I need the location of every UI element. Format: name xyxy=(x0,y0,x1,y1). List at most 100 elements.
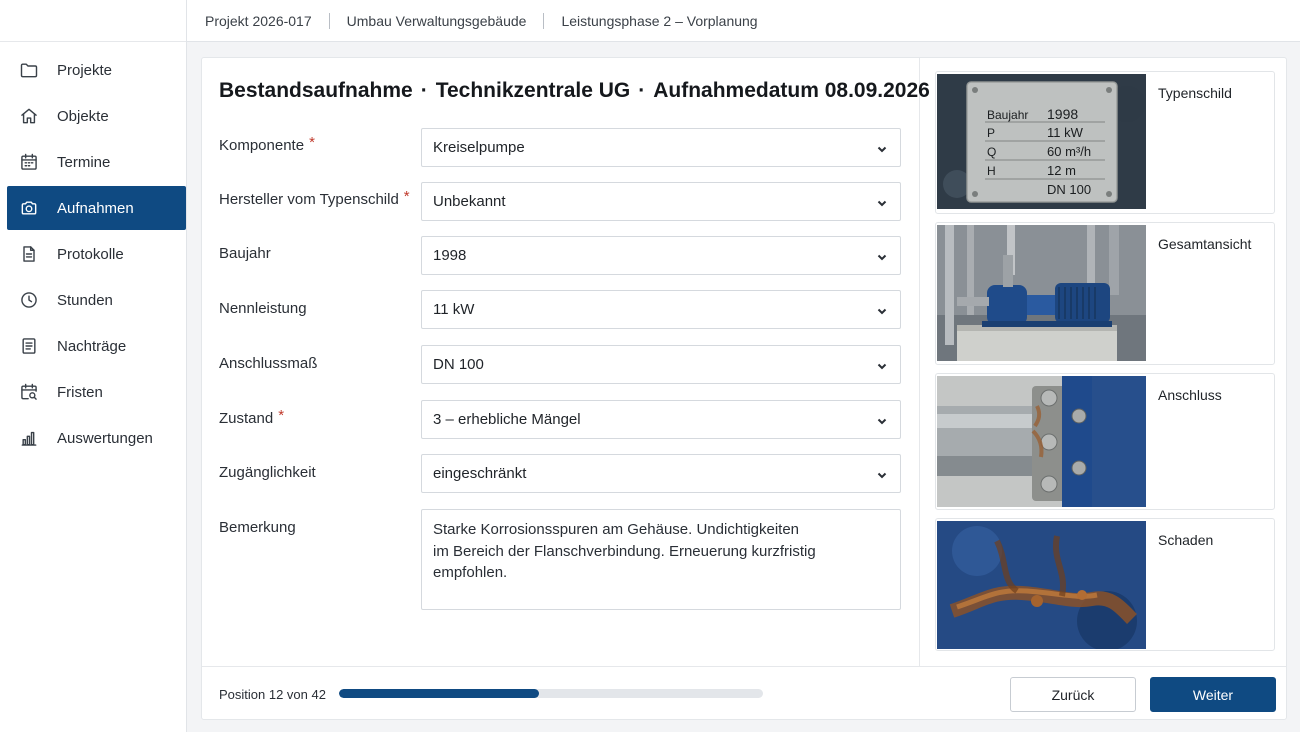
sidebar-item-label: Termine xyxy=(57,153,111,171)
chevron-down-icon xyxy=(876,142,888,154)
title-separator: · xyxy=(638,79,646,102)
survey-form: Bestandsaufnahme · Technikzentrale UG · Aufn… xyxy=(202,58,930,666)
komponente-select[interactable]: Kreiselpumpe xyxy=(421,128,901,167)
bar-chart-icon xyxy=(19,428,39,448)
photo-card-gesamtansicht[interactable]: Gesamtansicht xyxy=(935,222,1275,365)
photo-label: Typenschild xyxy=(1158,85,1232,101)
sidebar-item-label: Aufnahmen xyxy=(57,199,134,217)
photo-card-typenschild[interactable]: Baujahr 1998 P 11 kW Q 60 m³/h H 12 m DN… xyxy=(935,71,1275,214)
back-button[interactable]: Zurück xyxy=(1010,677,1136,712)
title-date: Aufnahmedatum 08.09.2026 xyxy=(653,79,930,102)
field-label-hersteller: Hersteller vom Typenschild * xyxy=(219,188,410,208)
sidebar-item-stunden[interactable]: Stunden xyxy=(7,278,186,322)
svg-text:12 m: 12 m xyxy=(1047,163,1076,178)
svg-text:DN 100: DN 100 xyxy=(1047,182,1091,197)
breadcrumb-phase[interactable]: Leistungsphase 2 – Vorplanung xyxy=(561,13,757,29)
svg-text:Q: Q xyxy=(987,145,996,159)
field-label-nennleistung: Nennleistung xyxy=(219,300,307,317)
svg-text:Baujahr: Baujahr xyxy=(987,108,1028,122)
select-value: 1998 xyxy=(433,247,467,264)
next-button[interactable]: Weiter xyxy=(1150,677,1276,712)
sidebar-item-aufnahmen[interactable]: Aufnahmen xyxy=(7,186,186,230)
select-value: Kreiselpumpe xyxy=(433,139,525,156)
baujahr-select[interactable]: 1998 xyxy=(421,236,901,275)
sidebar-nav: Projekte Objekte Termine Aufnahmen Proto… xyxy=(0,42,186,460)
sidebar-item-termine[interactable]: Termine xyxy=(7,140,186,184)
chevron-down-icon xyxy=(876,359,888,371)
corrosion-damage-image xyxy=(937,521,1146,649)
required-marker: * xyxy=(309,134,315,151)
sidebar-item-auswertungen[interactable]: Auswertungen xyxy=(7,416,186,460)
camera-icon xyxy=(19,198,39,218)
chevron-down-icon xyxy=(876,304,888,316)
position-indicator: Position 12 von 42 xyxy=(219,687,326,702)
photo-typenschild[interactable]: Baujahr 1998 P 11 kW Q 60 m³/h H 12 m DN… xyxy=(937,74,1146,209)
svg-text:1998: 1998 xyxy=(1047,106,1078,122)
form-footer: Position 12 von 42 Zurück Weiter xyxy=(202,666,1286,720)
calendar-icon xyxy=(19,152,39,172)
photo-schaden[interactable] xyxy=(937,521,1146,649)
list-document-icon xyxy=(19,336,39,356)
photo-card-anschluss[interactable]: Anschluss xyxy=(935,373,1275,510)
select-value: 11 kW xyxy=(433,301,475,318)
chevron-down-icon xyxy=(876,196,888,208)
sidebar-item-projekte[interactable]: Projekte xyxy=(7,48,186,92)
chevron-down-icon xyxy=(876,414,888,426)
field-label-baujahr: Baujahr xyxy=(219,245,271,262)
sidebar-item-label: Protokolle xyxy=(57,245,124,263)
flange-connection-image xyxy=(937,376,1146,507)
photo-gesamtansicht[interactable] xyxy=(937,225,1146,361)
sidebar-item-objekte[interactable]: Objekte xyxy=(7,94,186,138)
chevron-down-icon xyxy=(876,468,888,480)
clock-icon xyxy=(19,290,39,310)
sidebar-item-label: Fristen xyxy=(57,383,103,401)
svg-text:P: P xyxy=(987,126,995,140)
required-marker: * xyxy=(403,188,410,205)
breadcrumb: Projekt 2026-017 Umbau Verwaltungsgebäud… xyxy=(187,0,1300,42)
sidebar-item-label: Objekte xyxy=(57,107,109,125)
nennleistung-select[interactable]: 11 kW xyxy=(421,290,901,329)
anschlussmass-select[interactable]: DN 100 xyxy=(421,345,901,384)
field-label-zugaenglichkeit: Zugänglichkeit xyxy=(219,464,316,481)
select-value: Unbekannt xyxy=(433,193,506,210)
field-label-anschlussmass: Anschlussmaß xyxy=(219,355,318,372)
page-title: Bestandsaufnahme · Technikzentrale UG · Aufn… xyxy=(219,79,930,103)
breadcrumb-divider xyxy=(543,12,545,29)
document-icon xyxy=(19,244,39,264)
svg-text:H: H xyxy=(987,164,996,178)
sidebar-item-label: Auswertungen xyxy=(57,429,153,447)
hersteller-select[interactable]: Unbekannt xyxy=(421,182,901,221)
select-value: DN 100 xyxy=(433,356,484,373)
title-survey: Bestandsaufnahme xyxy=(219,79,413,102)
sidebar-item-label: Nachträge xyxy=(57,337,127,355)
field-label-komponente: Komponente * xyxy=(219,134,315,154)
folder-icon xyxy=(19,60,39,80)
zugaenglichkeit-select[interactable]: eingeschränkt xyxy=(421,454,901,493)
calendar-search-icon xyxy=(19,382,39,402)
breadcrumb-divider xyxy=(328,12,330,29)
title-separator: · xyxy=(420,79,428,102)
sidebar-item-nachtraege[interactable]: Nachträge xyxy=(7,324,186,368)
nameplate-image: Baujahr 1998 P 11 kW Q 60 m³/h H 12 m DN… xyxy=(937,74,1146,209)
sidebar-item-label: Stunden xyxy=(57,291,113,309)
sidebar-item-label: Projekte xyxy=(57,61,113,79)
svg-text:11 kW: 11 kW xyxy=(1047,125,1084,140)
zustand-select[interactable]: 3 – erhebliche Mängel xyxy=(421,400,901,439)
sidebar: Projekte Objekte Termine Aufnahmen Proto… xyxy=(0,0,187,732)
sidebar-item-fristen[interactable]: Fristen xyxy=(7,370,186,414)
pump-overview-image xyxy=(937,225,1146,361)
select-value: 3 – erhebliche Mängel xyxy=(433,411,581,428)
photo-anschluss[interactable] xyxy=(937,376,1146,507)
photo-card-schaden[interactable]: Schaden xyxy=(935,518,1275,651)
field-label-bemerkung: Bemerkung xyxy=(219,519,296,536)
bemerkung-textarea[interactable]: Starke Korrosionsspuren am Gehäuse. Undi… xyxy=(421,509,901,610)
svg-text:60 m³/h: 60 m³/h xyxy=(1047,144,1091,159)
required-marker: * xyxy=(278,407,285,424)
chevron-down-icon xyxy=(876,250,888,262)
sidebar-header xyxy=(0,0,186,42)
breadcrumb-building[interactable]: Umbau Verwaltungsgebäude xyxy=(347,13,527,29)
photo-label: Gesamtansicht xyxy=(1158,236,1252,252)
breadcrumb-project[interactable]: Projekt 2026-017 xyxy=(205,13,312,29)
progress-fill xyxy=(339,689,539,698)
sidebar-item-protokolle[interactable]: Protokolle xyxy=(7,232,186,276)
